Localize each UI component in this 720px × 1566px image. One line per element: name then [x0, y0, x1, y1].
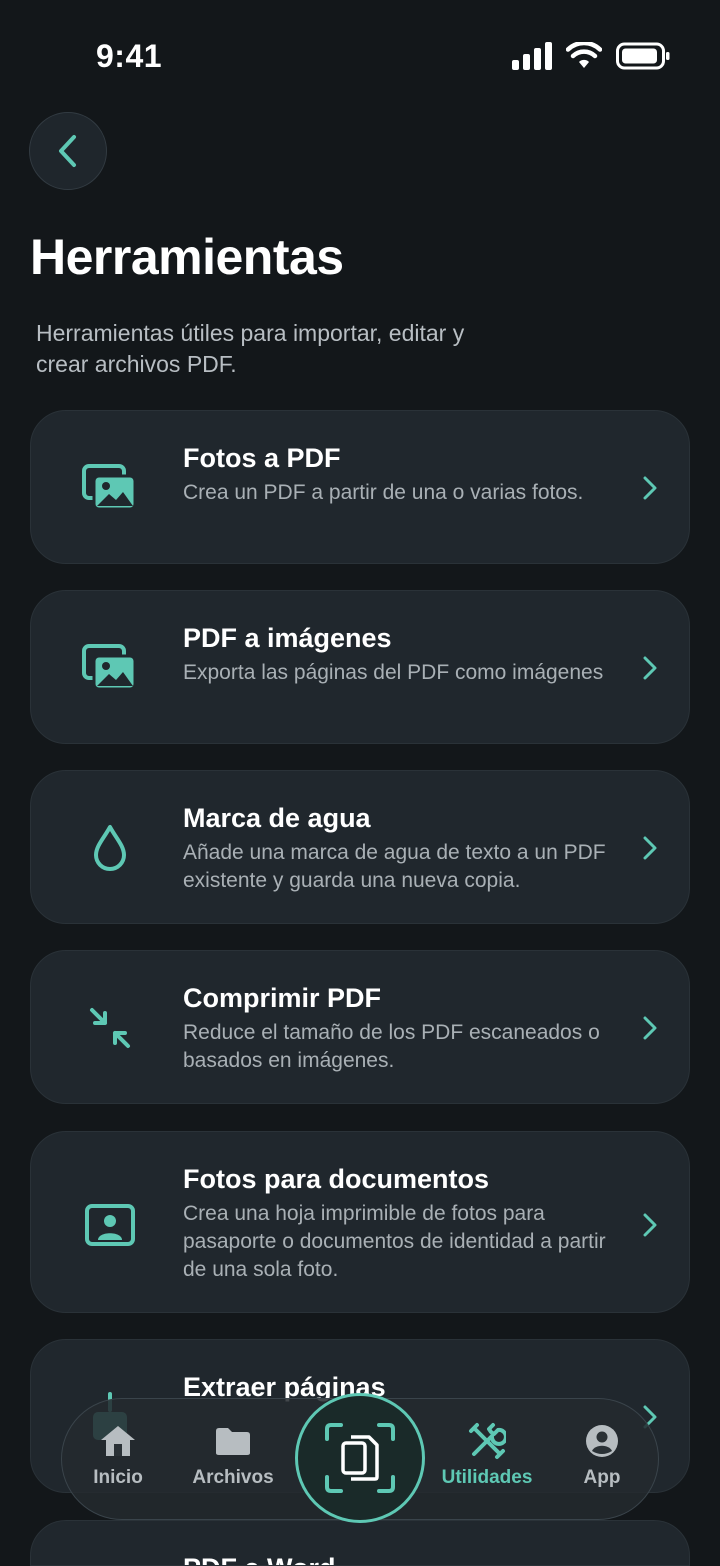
user-icon [582, 1421, 622, 1461]
tab-inicio[interactable]: Inicio [63, 1421, 173, 1489]
tool-card-description: Exporta las páginas del PDF como imágene… [183, 661, 604, 684]
scan-document-button[interactable] [295, 1393, 425, 1523]
tool-card-text: PDF a imágenes Exporta las páginas del P… [183, 621, 623, 687]
tool-card-compress-pdf[interactable]: Comprimir PDF Reduce el tamaño de los PD… [30, 950, 690, 1104]
folder-icon [213, 1421, 253, 1461]
chevron-right-icon [641, 833, 659, 863]
scan-document-icon [325, 1423, 395, 1493]
tools-icon [467, 1421, 507, 1461]
compress-icon [81, 999, 139, 1057]
id-photo-icon [81, 1196, 139, 1254]
status-time: 9:41 [96, 38, 163, 74]
page-title: Herramientas [30, 229, 344, 285]
tool-card-description: Crea un PDF a partir de una o varias fot… [183, 481, 584, 504]
page-subtitle: Herramientas útiles para importar, edita… [36, 320, 465, 377]
tab-label: Utilidades [441, 1467, 533, 1488]
signal-icon [512, 42, 552, 70]
tool-card-text: PDF a Word [183, 1551, 623, 1565]
photos-icon [81, 459, 139, 517]
tool-card-title: Marca de agua [183, 803, 371, 833]
tool-card-title: PDF a Word [183, 1551, 623, 1565]
tool-card-text: Marca de agua Añade una marca de agua de… [183, 801, 623, 895]
tool-card-title: Comprimir PDF [183, 983, 382, 1013]
chevron-left-icon [59, 135, 76, 167]
tool-card-watermark[interactable]: Marca de agua Añade una marca de agua de… [30, 770, 690, 924]
tab-archivos[interactable]: Archivos [178, 1421, 288, 1489]
tool-card-title: PDF a imágenes [183, 623, 392, 653]
tool-card-pdf-to-images[interactable]: PDF a imágenes Exporta las páginas del P… [30, 590, 690, 744]
chevron-right-icon [641, 653, 659, 683]
tool-card-description: Añade una marca de agua de texto a un PD… [183, 841, 606, 892]
tab-label: App [583, 1467, 621, 1488]
tool-card-text: Fotos para documentos Crea una hoja impr… [183, 1162, 623, 1284]
status-icons [512, 42, 670, 70]
chevron-right-icon [641, 473, 659, 503]
tool-card-id-photos[interactable]: Fotos para documentos Crea una hoja impr… [30, 1131, 690, 1313]
chevron-right-icon [641, 1210, 659, 1240]
tool-card-pdf-to-word[interactable]: PDF a Word [30, 1520, 690, 1566]
tab-label: Inicio [93, 1467, 143, 1488]
wifi-icon [566, 42, 602, 68]
images-icon [81, 639, 139, 697]
tool-card-title: Fotos para documentos [183, 1164, 490, 1194]
tab-utilidades[interactable]: Utilidades [432, 1421, 542, 1489]
tab-app[interactable]: App [547, 1421, 657, 1489]
tool-card-photos-to-pdf[interactable]: Fotos a PDF Crea un PDF a partir de una … [30, 410, 690, 564]
tab-label: Archivos [192, 1467, 274, 1488]
status-bar: 9:41 [0, 0, 720, 100]
tool-card-title: Fotos a PDF [183, 443, 341, 473]
tool-card-text: Fotos a PDF Crea un PDF a partir de una … [183, 441, 623, 507]
tool-card-description: Reduce el tamaño de los PDF escaneados o… [183, 1021, 600, 1072]
water-drop-icon [81, 819, 139, 877]
battery-icon [616, 42, 670, 70]
chevron-right-icon [641, 1013, 659, 1043]
tool-card-text: Comprimir PDF Reduce el tamaño de los PD… [183, 981, 623, 1075]
back-button[interactable] [29, 112, 107, 190]
home-icon [98, 1421, 138, 1461]
tool-card-description: Crea una hoja imprimible de fotos para p… [183, 1202, 606, 1281]
